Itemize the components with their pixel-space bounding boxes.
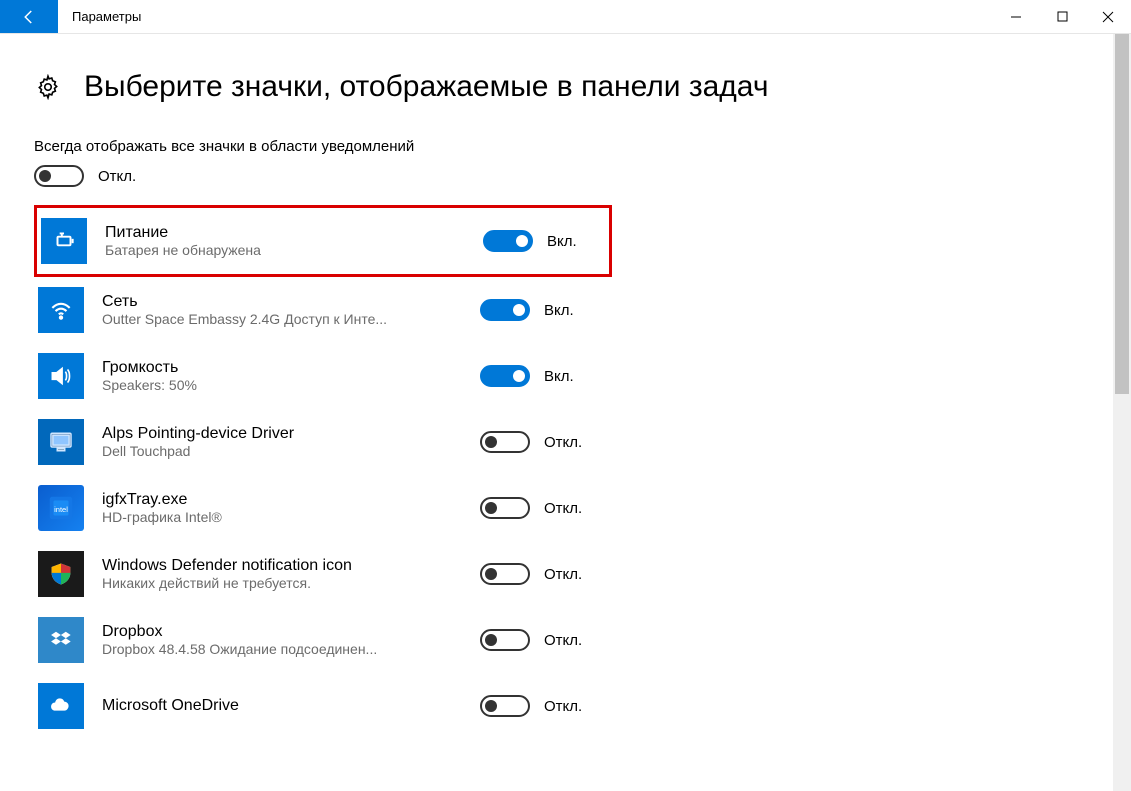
maximize-button[interactable]	[1039, 0, 1085, 33]
item-texts: Microsoft OneDrive	[102, 697, 462, 715]
maximize-icon	[1057, 11, 1068, 22]
item-texts: Alps Pointing-device DriverDell Touchpad	[102, 425, 462, 459]
item-toggle-group: Откл.	[480, 629, 582, 651]
minimize-icon	[1010, 11, 1022, 23]
item-texts: DropboxDropbox 48.4.58 Ожидание подсоеди…	[102, 623, 462, 657]
content-area: Выберите значки, отображаемые в панели з…	[0, 34, 1131, 739]
intel-icon: intel	[38, 485, 84, 531]
power-icon	[41, 218, 87, 264]
item-subtitle: Никаких действий не требуется.	[102, 575, 462, 591]
item-title: Windows Defender notification icon	[102, 557, 462, 575]
close-icon	[1102, 11, 1114, 23]
minimize-button[interactable]	[993, 0, 1039, 33]
item-toggle-group: Вкл.	[480, 365, 574, 387]
item-subtitle: HD-графика Intel®	[102, 509, 462, 525]
item-title: Питание	[105, 224, 465, 242]
item-toggle-state: Откл.	[544, 500, 582, 517]
item-toggle[interactable]	[480, 563, 530, 585]
vertical-scrollbar[interactable]	[1113, 34, 1131, 791]
monitor-icon	[38, 419, 84, 465]
item-toggle[interactable]	[480, 695, 530, 717]
back-button[interactable]	[0, 0, 58, 33]
master-toggle[interactable]	[34, 165, 84, 187]
item-toggle[interactable]	[480, 299, 530, 321]
list-item: СетьOutter Space Embassy 2.4G Доступ к И…	[34, 277, 612, 343]
item-texts: ПитаниеБатарея не обнаружена	[105, 224, 465, 258]
list-item: ПитаниеБатарея не обнаружена Вкл.	[34, 205, 612, 277]
list-item: Windows Defender notification iconНикаки…	[34, 541, 612, 607]
item-subtitle: Speakers: 50%	[102, 377, 462, 393]
titlebar-drag-area[interactable]	[141, 0, 993, 33]
dropbox-icon	[38, 617, 84, 663]
wifi-icon	[38, 287, 84, 333]
item-subtitle: Dropbox 48.4.58 Ожидание подсоединен...	[102, 641, 462, 657]
item-toggle[interactable]	[483, 230, 533, 252]
item-title: Громкость	[102, 359, 462, 377]
page-title: Выберите значки, отображаемые в панели з…	[84, 70, 768, 104]
svg-text:intel: intel	[54, 505, 68, 514]
item-toggle-group: Откл.	[480, 695, 582, 717]
list-item: DropboxDropbox 48.4.58 Ожидание подсоеди…	[34, 607, 612, 673]
scrollbar-thumb[interactable]	[1115, 34, 1129, 394]
volume-icon	[38, 353, 84, 399]
item-toggle[interactable]	[480, 431, 530, 453]
onedrive-icon	[38, 683, 84, 729]
item-toggle-state: Откл.	[544, 632, 582, 649]
item-subtitle: Батарея не обнаружена	[105, 242, 465, 258]
master-toggle-label: Всегда отображать все значки в области у…	[34, 138, 1097, 155]
item-toggle-group: Откл.	[480, 497, 582, 519]
item-toggle[interactable]	[480, 497, 530, 519]
icon-items-list: ПитаниеБатарея не обнаружена Вкл. СетьOutt…	[34, 205, 1097, 739]
item-toggle-state: Откл.	[544, 566, 582, 583]
titlebar: Параметры	[0, 0, 1131, 34]
list-item: intel igfxTray.exeHD-графика Intel® Откл.	[34, 475, 612, 541]
item-texts: igfxTray.exeHD-графика Intel®	[102, 491, 462, 525]
item-toggle-state: Откл.	[544, 698, 582, 715]
back-arrow-icon	[20, 8, 38, 26]
page-header: Выберите значки, отображаемые в панели з…	[34, 70, 1097, 104]
window-title: Параметры	[58, 0, 141, 33]
item-subtitle: Outter Space Embassy 2.4G Доступ к Инте.…	[102, 311, 462, 327]
defender-icon	[38, 551, 84, 597]
item-title: igfxTray.exe	[102, 491, 462, 509]
item-subtitle: Dell Touchpad	[102, 443, 462, 459]
item-texts: СетьOutter Space Embassy 2.4G Доступ к И…	[102, 293, 462, 327]
item-toggle-state: Вкл.	[544, 368, 574, 385]
item-title: Alps Pointing-device Driver	[102, 425, 462, 443]
master-toggle-state: Откл.	[98, 168, 136, 185]
item-title: Сеть	[102, 293, 462, 311]
list-item: Alps Pointing-device DriverDell Touchpad…	[34, 409, 612, 475]
item-toggle[interactable]	[480, 629, 530, 651]
item-toggle[interactable]	[480, 365, 530, 387]
item-toggle-group: Вкл.	[480, 299, 574, 321]
item-toggle-state: Откл.	[544, 434, 582, 451]
item-toggle-group: Откл.	[480, 431, 582, 453]
item-title: Microsoft OneDrive	[102, 697, 462, 715]
item-title: Dropbox	[102, 623, 462, 641]
item-toggle-group: Вкл.	[483, 230, 577, 252]
item-toggle-state: Вкл.	[547, 233, 577, 250]
list-item: ГромкостьSpeakers: 50% Вкл.	[34, 343, 612, 409]
item-texts: ГромкостьSpeakers: 50%	[102, 359, 462, 393]
item-texts: Windows Defender notification iconНикаки…	[102, 557, 462, 591]
window-controls	[993, 0, 1131, 33]
settings-gear-icon	[34, 73, 62, 101]
close-button[interactable]	[1085, 0, 1131, 33]
item-toggle-group: Откл.	[480, 563, 582, 585]
list-item: Microsoft OneDrive Откл.	[34, 673, 612, 739]
master-toggle-row: Откл.	[34, 165, 1097, 187]
item-toggle-state: Вкл.	[544, 302, 574, 319]
